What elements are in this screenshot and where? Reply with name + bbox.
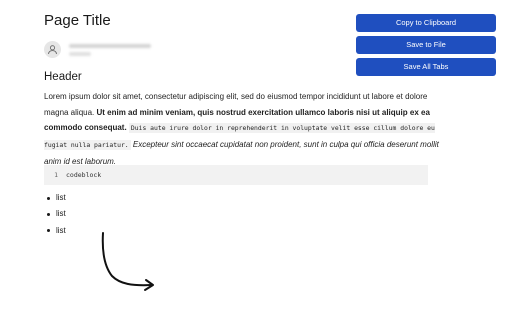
bullet-icon [47, 213, 50, 217]
bullet-icon [47, 229, 50, 233]
author-name-redacted [69, 43, 151, 48]
code-line-number: 1 [54, 171, 58, 179]
list-item-label: list [56, 209, 66, 219]
author-date-redacted [69, 51, 91, 56]
author-row [44, 41, 151, 58]
hand-drawn-arrow-icon [101, 232, 154, 291]
list-item-label: list [56, 225, 66, 235]
section-header: Header [44, 71, 82, 83]
page-title: Page Title [44, 12, 111, 29]
bullet-icon [47, 196, 50, 200]
author-meta-blurred [69, 43, 151, 56]
code-line-text: codeblock [66, 171, 102, 179]
list-item: list [47, 190, 66, 206]
list-item: list [47, 223, 66, 239]
save-to-file-button[interactable]: Save to File [356, 36, 496, 54]
action-buttons: Copy to Clipboard Save to File Save All … [356, 14, 496, 80]
list-item-label: list [56, 193, 66, 202]
save-all-tabs-button[interactable]: Save All Tabs [356, 58, 496, 76]
bullet-list: list list list [47, 190, 66, 239]
body-paragraph: Lorem ipsum dolor sit amet, consectetur … [44, 89, 439, 170]
list-item: list [47, 206, 66, 222]
copy-to-clipboard-button[interactable]: Copy to Clipboard [356, 14, 496, 32]
code-block: 1 codeblock [44, 165, 428, 185]
user-avatar-icon [44, 41, 61, 58]
